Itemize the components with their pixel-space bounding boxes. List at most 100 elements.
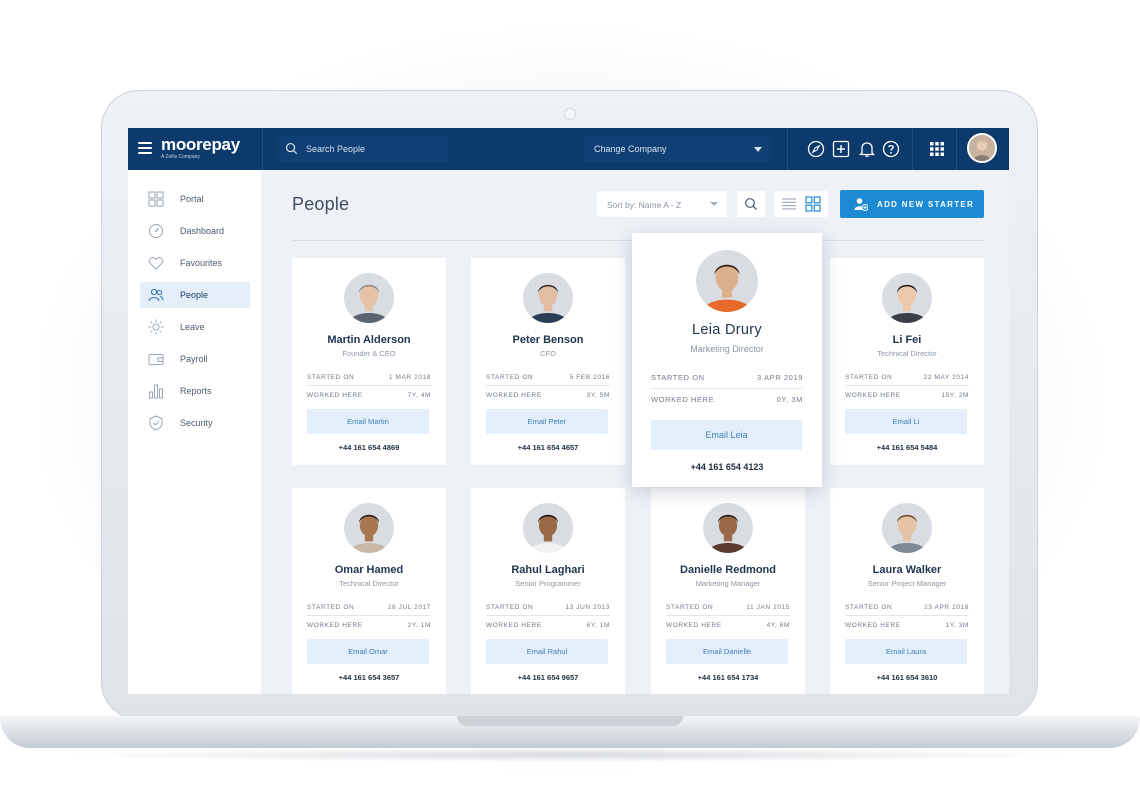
worked-value: 2Y, 1M (407, 622, 431, 629)
person-name[interactable]: Omar Hamed (292, 564, 446, 576)
sidebar-item-portal[interactable]: Portal (140, 186, 250, 212)
person-card[interactable]: Danielle Redmond Marketing Manager STARTED… (651, 488, 805, 694)
started-value: 22 MAY 2014 (923, 374, 969, 381)
phone-number[interactable]: +44 161 654 4869 (292, 443, 446, 452)
person-card[interactable]: Leia Drury Marketing Director STARTED ON 3 … (632, 233, 822, 487)
worked-label: WORKED HERE (845, 392, 901, 399)
sidebar-item-label: Dashboard (180, 226, 225, 236)
logo-name: moorepay (161, 135, 240, 154)
menu-icon[interactable] (138, 142, 152, 154)
person-role: Senior Project Manager (867, 579, 947, 588)
sidebar-item-favourites[interactable]: Favourites (140, 250, 250, 276)
bell-icon[interactable] (858, 140, 876, 158)
worked-label: WORKED HERE (651, 395, 715, 404)
started-value: 3 APR 2019 (756, 373, 803, 382)
worked-label: WORKED HERE (845, 622, 901, 629)
phone-number[interactable]: +44 161 654 4657 (471, 443, 625, 452)
search-input[interactable] (306, 140, 441, 158)
worked-row: WORKED HERE 7Y, 4M (307, 387, 431, 404)
started-value: 1 MAR 2018 (388, 374, 431, 381)
apps-grid-icon[interactable] (928, 140, 946, 158)
person-name[interactable]: Laura Walker (830, 564, 984, 576)
email-button[interactable]: Email Danielle (666, 639, 788, 664)
started-row: STARTED ON 5 FEB 2016 (486, 369, 610, 386)
worked-value: 4Y, 6M (766, 622, 790, 629)
worked-value: 1Y, 3M (945, 622, 969, 629)
phone-number[interactable]: +44 161 654 3610 (830, 673, 984, 682)
worked-label: WORKED HERE (307, 622, 363, 629)
phone-number[interactable]: +44 161 654 4123 (632, 462, 822, 472)
bar-chart-icon (149, 384, 163, 399)
started-label: STARTED ON (307, 604, 355, 611)
email-button[interactable]: Email Leia (651, 420, 802, 450)
moorepay-logo[interactable]: moorepay A Zellis Company (161, 136, 240, 161)
started-label: STARTED ON (666, 604, 714, 611)
person-card[interactable]: Peter Benson CFO STARTED ON 5 FEB 2016 WORKE… (471, 258, 625, 465)
email-button[interactable]: Email Li (845, 409, 967, 434)
sidebar-item-leave[interactable]: Leave (140, 314, 250, 340)
phone-number[interactable]: +44 161 654 9657 (471, 673, 625, 682)
worked-label: WORKED HERE (307, 392, 363, 399)
list-view-icon[interactable] (781, 196, 797, 212)
sidebar-item-dashboard[interactable]: Dashboard (140, 218, 250, 244)
worked-row: WORKED HERE 4Y, 6M (666, 617, 790, 634)
person-name[interactable]: Li Fei (830, 334, 984, 346)
search-box[interactable] (276, 136, 448, 162)
phone-number[interactable]: +44 161 654 5484 (830, 443, 984, 452)
person-photo (523, 273, 573, 323)
sidebar-item-payroll[interactable]: Payroll (140, 346, 250, 372)
user-avatar[interactable] (967, 133, 997, 163)
email-button[interactable]: Email Peter (486, 409, 608, 434)
sidebar-item-reports[interactable]: Reports (140, 378, 250, 404)
sort-select[interactable]: Sort by: Name A - Z (597, 191, 727, 217)
person-card[interactable]: Martin Alderson Founder & CEO STARTED ON 1 … (292, 258, 446, 465)
change-company-select[interactable]: Change Company (584, 136, 772, 162)
person-name[interactable]: Rahul Laghari (471, 564, 625, 576)
divider (262, 128, 263, 170)
person-role: Technical Director (877, 349, 937, 358)
person-name[interactable]: Peter Benson (471, 334, 625, 346)
worked-value: 0Y, 3M (776, 395, 803, 404)
worked-row: WORKED HERE 6Y, 1M (486, 617, 610, 634)
person-card[interactable]: Laura Walker Senior Project Manager STARTE… (830, 488, 984, 694)
add-icon[interactable] (832, 140, 850, 158)
person-name[interactable]: Danielle Redmond (651, 564, 805, 576)
email-button[interactable]: Email Omar (307, 639, 429, 664)
started-row: STARTED ON 11 JAN 2015 (666, 599, 790, 616)
laptop-camera (564, 108, 576, 120)
laptop-notch (457, 716, 683, 726)
main-content: People Sort by: Name A - Z ADD NEW START… (261, 170, 1009, 694)
wallet-icon (148, 354, 164, 365)
sidebar-item-security[interactable]: Security (140, 410, 250, 436)
sidebar-item-people[interactable]: People (140, 282, 250, 308)
phone-number[interactable]: +44 161 654 3657 (292, 673, 446, 682)
sidebar-item-label: People (180, 290, 209, 300)
started-row: STARTED ON 1 MAR 2018 (307, 369, 431, 386)
chevron-down-icon (710, 202, 718, 206)
sidebar-item-label: Reports (180, 386, 212, 396)
shield-icon (149, 415, 163, 431)
person-photo (882, 273, 932, 323)
add-new-starter-button[interactable]: ADD NEW STARTER (840, 190, 984, 218)
started-row: STARTED ON 22 MAY 2014 (845, 369, 969, 386)
person-name[interactable]: Leia Drury (632, 322, 822, 338)
email-button[interactable]: Email Rahul (486, 639, 608, 664)
started-row: STARTED ON 23 APR 2018 (845, 599, 969, 616)
divider (912, 128, 913, 170)
worked-row: WORKED HERE 0Y, 3M (651, 390, 803, 411)
email-button[interactable]: Email Martin (307, 409, 429, 434)
grid-view-icon[interactable] (805, 196, 821, 212)
phone-number[interactable]: +44 161 654 1734 (651, 673, 805, 682)
search-button[interactable] (737, 191, 765, 217)
divider (787, 128, 788, 170)
help-icon[interactable] (882, 140, 900, 158)
email-button[interactable]: Email Laura (845, 639, 967, 664)
person-photo (344, 273, 394, 323)
sidebar-item-label: Payroll (180, 354, 208, 364)
person-name[interactable]: Martin Alderson (292, 334, 446, 346)
person-card[interactable]: Rahul Laghari Senior Programmer STARTED ON… (471, 488, 625, 694)
person-card[interactable]: Omar Hamed Technical Director STARTED ON 28… (292, 488, 446, 694)
app-screen: moorepay A Zellis Company Change Company (128, 128, 1009, 694)
person-card[interactable]: Li Fei Technical Director STARTED ON 22 MAY… (830, 258, 984, 465)
compass-icon[interactable] (807, 140, 825, 158)
